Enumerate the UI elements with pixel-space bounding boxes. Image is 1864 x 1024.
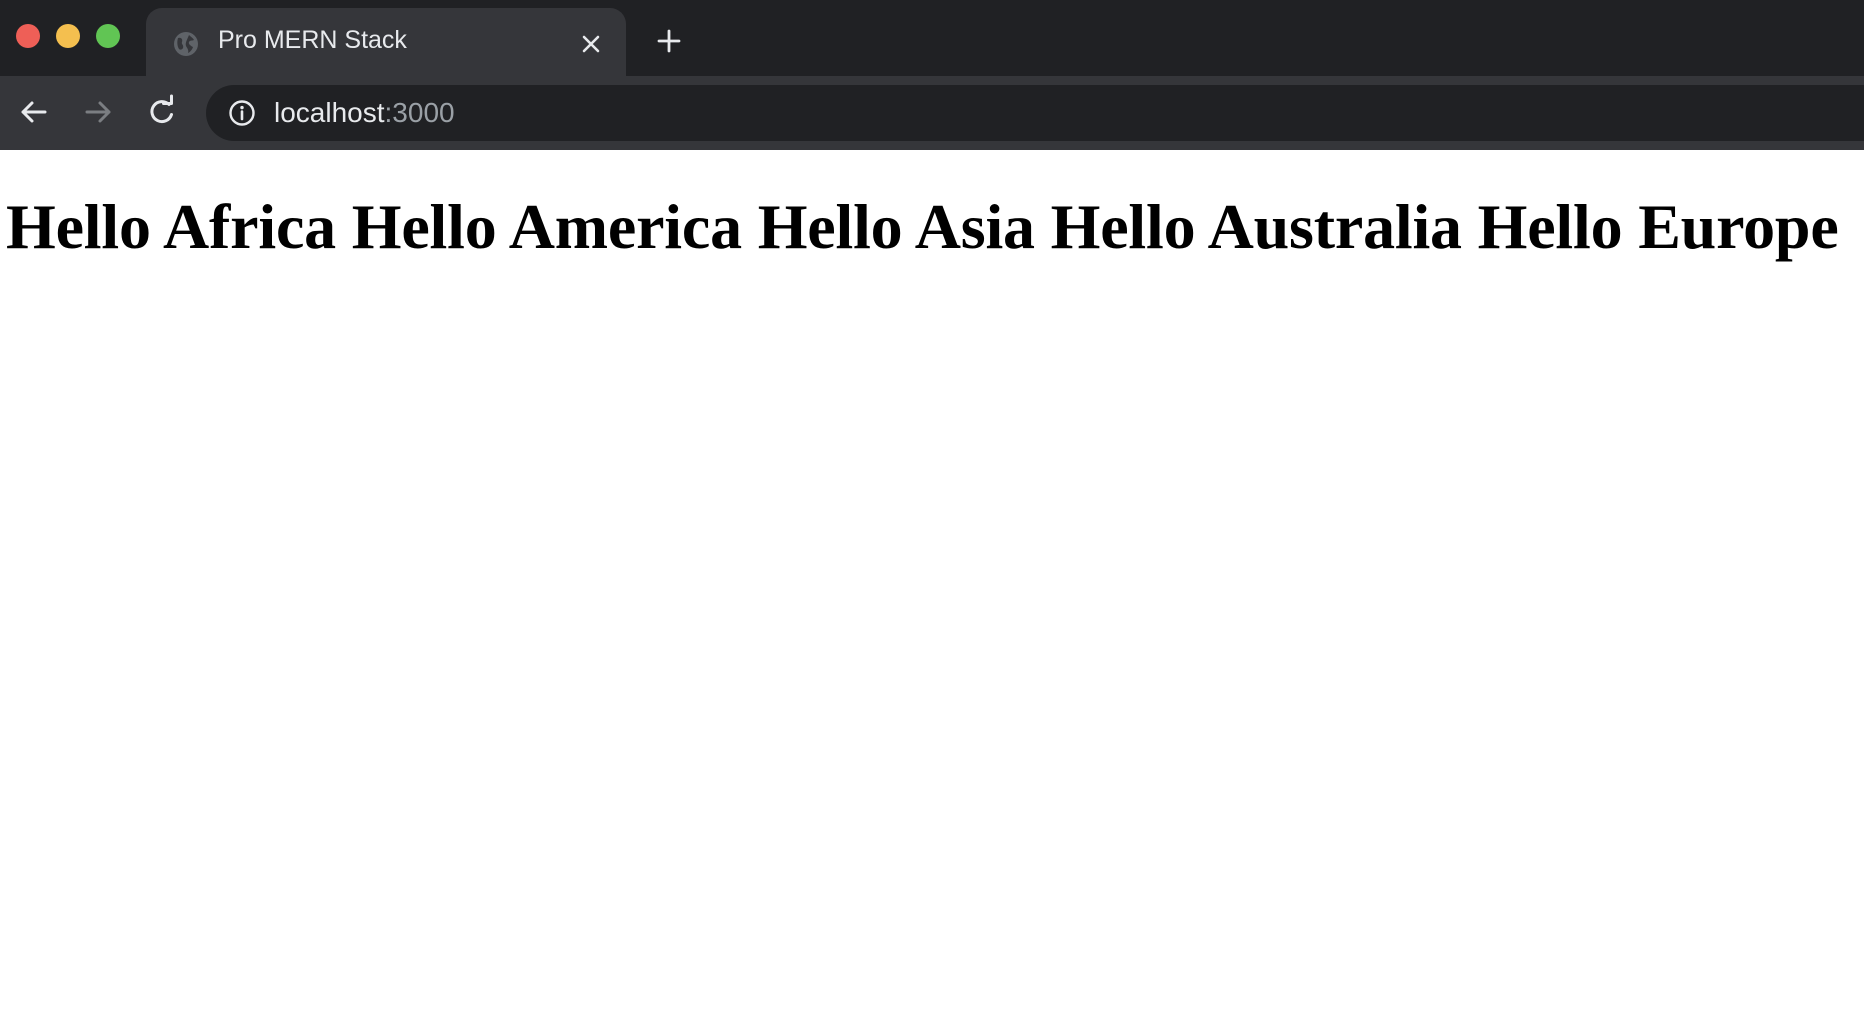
url-text[interactable]: localhost:3000	[274, 97, 455, 129]
info-icon[interactable]	[228, 99, 256, 127]
plus-icon[interactable]	[654, 26, 684, 56]
window-close-button[interactable]	[16, 24, 40, 48]
window-minimize-button[interactable]	[56, 24, 80, 48]
page-content: Hello Africa Hello America Hello Asia He…	[0, 150, 1864, 1024]
tab-strip: Pro MERN Stack	[0, 0, 1864, 76]
globe-icon	[174, 32, 198, 56]
arrow-right-icon[interactable]	[80, 94, 116, 130]
address-bar[interactable]: localhost:3000	[206, 85, 1864, 141]
reload-icon[interactable]	[144, 94, 180, 130]
url-port: :3000	[384, 97, 455, 128]
tab-pro-mern-stack[interactable]: Pro MERN Stack	[146, 8, 626, 76]
tab-title: Pro MERN Stack	[218, 26, 407, 54]
close-icon[interactable]	[578, 31, 604, 57]
window-maximize-button[interactable]	[96, 24, 120, 48]
browser-chrome: Pro MERN Stack localhost:3000	[0, 0, 1864, 150]
url-host: localhost	[274, 97, 385, 128]
page-heading: Hello Africa Hello America Hello Asia He…	[6, 191, 1839, 262]
toolbar: localhost:3000	[0, 76, 1864, 150]
arrow-left-icon[interactable]	[16, 94, 52, 130]
